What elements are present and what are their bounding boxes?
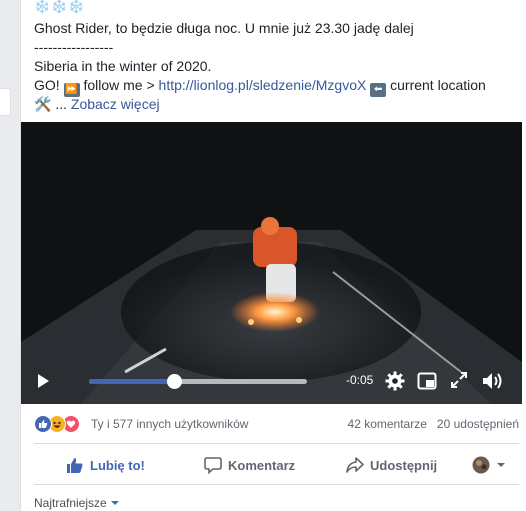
post-as-selector[interactable] [472, 448, 512, 482]
ellipsis: ... [55, 96, 67, 112]
snowflake-icons: ❄️❄️❄️ [34, 0, 86, 14]
tracking-link[interactable]: http://lionlog.pl/sledzenie/MzgvoX [159, 77, 367, 93]
caret-down-icon [110, 501, 119, 505]
volume-icon[interactable] [481, 371, 503, 391]
post-separator: ----------------- [34, 39, 114, 55]
share-icon [346, 457, 364, 473]
pip-icon[interactable] [417, 371, 437, 391]
location-text: current location [390, 77, 486, 93]
progress-bar[interactable] [89, 374, 307, 389]
back-arrow-icon: ⬅ [370, 83, 387, 97]
thumbs-up-icon [67, 458, 83, 473]
comment-sort[interactable]: Najtrafniejsze [34, 496, 119, 510]
reactions-summary[interactable]: Ty i 577 innych użytkowników [91, 417, 248, 431]
play-icon[interactable] [38, 374, 49, 388]
see-more-link[interactable]: Zobacz więcej [71, 96, 160, 112]
post-line-go: GO! ⏩ follow me > http://lionlog.pl/sled… [34, 76, 519, 97]
like-button[interactable]: Lubię to! [66, 448, 145, 482]
avatar [472, 456, 490, 474]
comment-button[interactable]: Komentarz [204, 448, 295, 482]
engagement-counts: 42 komentarze 20 udostępnień [348, 417, 519, 431]
comment-label: Komentarz [228, 457, 296, 473]
reactions-bar: Ty i 577 innych użytkowników 42 komentar… [34, 412, 519, 436]
fullscreen-icon[interactable] [450, 371, 468, 389]
share-button[interactable]: Udostępnij [346, 448, 437, 482]
video-player[interactable]: -0:05 [21, 122, 522, 404]
time-remaining: -0:05 [346, 373, 374, 387]
divider [34, 484, 519, 485]
comment-icon [204, 457, 222, 474]
follow-text: follow me > [83, 77, 155, 93]
go-text: GO! [34, 77, 60, 93]
snow-line: ❄️❄️❄️ [34, 0, 519, 19]
shares-count[interactable]: 20 udostępnień [437, 417, 519, 431]
like-label: Lubię to! [90, 457, 145, 473]
post-line-1: Ghost Rider, to będzie długa noc. U mnie… [34, 20, 414, 36]
reaction-icons[interactable] [34, 415, 88, 433]
post-card: ❄️❄️❄️ Ghost Rider, to będzie długa noc.… [20, 0, 526, 511]
progress-fill [89, 379, 175, 384]
side-tab [0, 88, 11, 116]
video-frame [21, 122, 522, 404]
post-line-more: 🛠️ ... Zobacz więcej [34, 95, 519, 114]
like-icon [34, 415, 52, 433]
comments-count[interactable]: 42 komentarze [348, 417, 427, 431]
post-text: ❄️❄️❄️ Ghost Rider, to będzie długa noc.… [34, 0, 519, 114]
progress-handle[interactable] [167, 374, 183, 389]
gear-icon[interactable] [385, 371, 405, 391]
divider [34, 443, 519, 444]
post-line-3: Siberia in the winter of 2020. [34, 58, 212, 74]
caret-down-icon [497, 463, 505, 467]
action-bar: Lubię to! Komentarz Udostępnij [34, 448, 519, 482]
sort-label: Najtrafniejsze [34, 496, 107, 510]
share-label: Udostępnij [370, 457, 438, 473]
tools-icon: 🛠️ [34, 96, 52, 112]
